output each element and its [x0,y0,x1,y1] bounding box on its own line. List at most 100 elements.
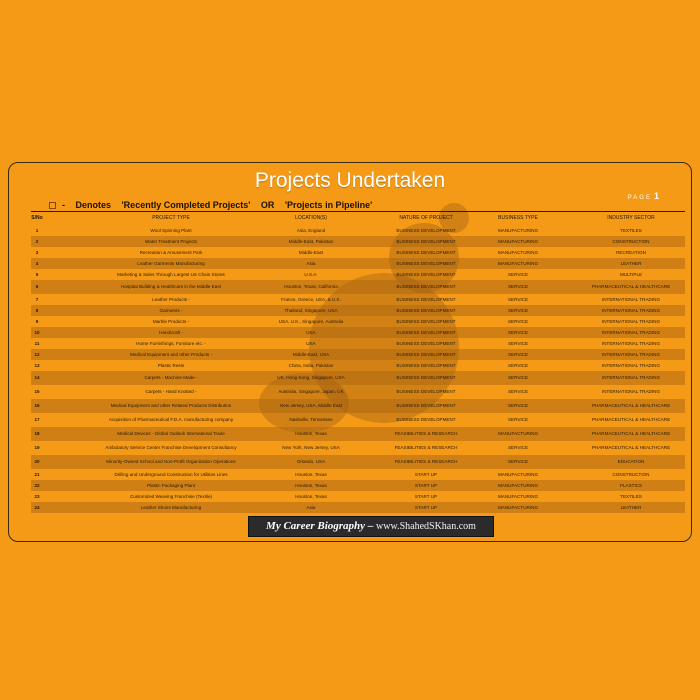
banner-url[interactable]: www.ShahedSKhan.com [376,521,476,532]
legend-or: OR [260,200,275,210]
cell-sno: 4 [35,261,39,266]
cell-nature: BUSINESS DEVELOPMENT [396,284,456,289]
cell-sno: 22 [34,483,40,488]
cell-industry-sector: PHARMACEUTICAL & HEALTHCARE [591,431,671,436]
cell-location: Thailand, Singapore, USA [284,308,338,313]
cell-project-type: Marketing & Sales Through Largest US Cha… [117,272,225,277]
legend-box-icon [49,202,56,210]
column-header-industry-sector: INDUSTRY SECTOR [607,215,655,221]
cell-business-type: SERVICE [507,389,529,394]
cell-location: Asia [306,505,316,510]
cell-sno: 14 [34,375,40,380]
cell-nature: BUSINESS DEVELOPMENT [396,261,456,266]
cell-industry-sector: MULTIPLE [619,272,643,277]
cell-business-type: MANUFACTURING [497,431,539,436]
cell-project-type: Leather Products - [152,297,190,302]
cell-nature: BUSINESS DEVELOPMENT [396,352,456,357]
cell-sno: 6 [35,284,39,289]
table-row: 16 Medical Equipment and other Related Pr… [31,399,685,413]
table-row: 24 Leather Shoes Manufacturing Asia START U… [31,502,685,513]
cell-business-type: SERVICE [507,272,529,277]
cell-sno: 1 [35,228,39,233]
cell-industry-sector: TEXTILES [620,228,642,233]
cell-business-type: SERVICE [507,284,529,289]
cell-industry-sector: PHARMACEUTICAL & HEALTHCARE [591,284,671,289]
legend-pipeline: 'Projects in Pipeline' [284,200,373,210]
cell-project-type: Minority-Owned School and Non-Profit Org… [106,459,236,464]
table-row: 21 Drilling and Underground Construction … [31,469,685,480]
cell-location: China, India, Pakistan [288,363,334,368]
cell-industry-sector: CONSTRUCTION [612,239,650,244]
cell-project-type: Home Furnishings, Furniture etc. - [136,341,206,346]
cell-sno: 12 [34,352,40,357]
cell-project-type: Leather Shoes Manufacturing [140,505,202,510]
cell-project-type: Medical Devices - Global Outlook Interna… [117,431,225,436]
cell-project-type: Water Treatment Projects [145,239,197,244]
cell-business-type: MANUFACTURING [497,483,539,488]
table-row: 18 Medical Devices - Global Outlook Inter… [31,427,685,441]
cell-business-type: MANUFACTURING [497,261,539,266]
cell-nature: START UP [414,505,438,510]
cell-industry-sector: INTERNATIONAL TRADING [601,352,661,357]
page-label: PAGE [627,195,652,201]
cell-industry-sector: EDUCATION [617,459,645,464]
cell-business-type: MANUFACTURING [497,250,539,255]
cell-industry-sector: LEATHER [620,505,642,510]
cell-industry-sector: INTERNATIONAL TRADING [601,297,661,302]
cell-sno: 3 [35,250,39,255]
table-header: S/No PROJECT TYPE LOCATION(S) NATURE OF PRO… [31,213,685,223]
column-header-sno: S/No [31,215,43,221]
cell-industry-sector: CONSTRUCTION [612,472,650,477]
cell-location: Asia, England [296,228,326,233]
cell-project-type: Wool Spinning Plant [150,228,192,233]
table-row: 23 Customized Weaving Franchise (Textile)… [31,491,685,502]
cell-business-type: SERVICE [507,352,529,357]
cell-sno: 2 [35,239,39,244]
table-row: 15 Carpets - Hand Knotted - Australia, Sin… [31,385,685,399]
cell-sno: 20 [34,459,40,464]
cell-location: Orlando, USA [296,459,326,464]
cell-business-type: MANUFACTURING [497,239,539,244]
cell-business-type: SERVICE [507,459,529,464]
legend-completed: 'Recently Completed Projects' [121,200,251,210]
column-header-business-type: BUSINESS TYPE [498,215,538,221]
table-row: 6 Hospital Building & Healthcare in the M… [31,280,685,294]
cell-nature: START UP [414,494,438,499]
cell-location: Nashville, Tennessee [289,417,333,422]
cell-nature: BUSINESS DEVELOPMENT [396,341,456,346]
cell-business-type: SERVICE [507,330,529,335]
table-row: 11 Home Furnishings, Furniture etc. - USA B… [31,338,685,349]
cell-sno: 18 [34,431,40,436]
cell-sno: 17 [34,417,40,422]
cell-nature: BUSINESS DEVELOPMENT [396,297,456,302]
cell-business-type: MANUFACTURING [497,505,539,510]
cell-location: Middle-East, USA [292,352,330,357]
cell-location: U.S.A. [304,272,318,277]
cell-sno: 8 [35,308,39,313]
cell-nature: BUSINESS DEVELOPMENT [396,363,456,368]
cell-location: Houston, Texas [295,431,327,436]
cell-project-type: Medical Equipment and other Products - [130,352,212,357]
banner-text: My Career Biography – [266,520,374,532]
cell-nature: BUSINESS DEVELOPMENT [396,330,456,335]
cell-location: France, Greece, USA, & U.K. [281,297,341,302]
table-row: 20 Minority-Owned School and Non-Profit O… [31,455,685,469]
cell-location: USA [306,330,316,335]
cell-project-type: Medical Equipment and other Related Prod… [110,403,232,408]
cell-sno: 9 [35,319,39,324]
cell-business-type: SERVICE [507,308,529,313]
cell-business-type: SERVICE [507,341,529,346]
cell-business-type: MANUFACTURING [497,228,539,233]
cell-location: Houston, Texas, California [284,284,338,289]
cell-sno: 19 [34,445,40,450]
cell-nature: BUSINESS DEVELOPMENT [396,375,456,380]
cell-sno: 10 [34,330,40,335]
cell-industry-sector: LEATHER [620,261,642,266]
cell-project-type: Garments - [159,308,183,313]
cell-industry-sector: PLASTICS [619,483,643,488]
table-row: 8 Garments - Thailand, Singapore, USA BUSIN… [31,305,685,316]
career-biography-banner[interactable]: My Career Biography – www.ShahedSKhan.co… [248,516,494,537]
table-row: 7 Leather Products - France, Greece, USA, … [31,294,685,305]
cell-location: Australia, Singapore, Japan, UK [278,389,344,394]
cell-business-type: SERVICE [507,363,529,368]
